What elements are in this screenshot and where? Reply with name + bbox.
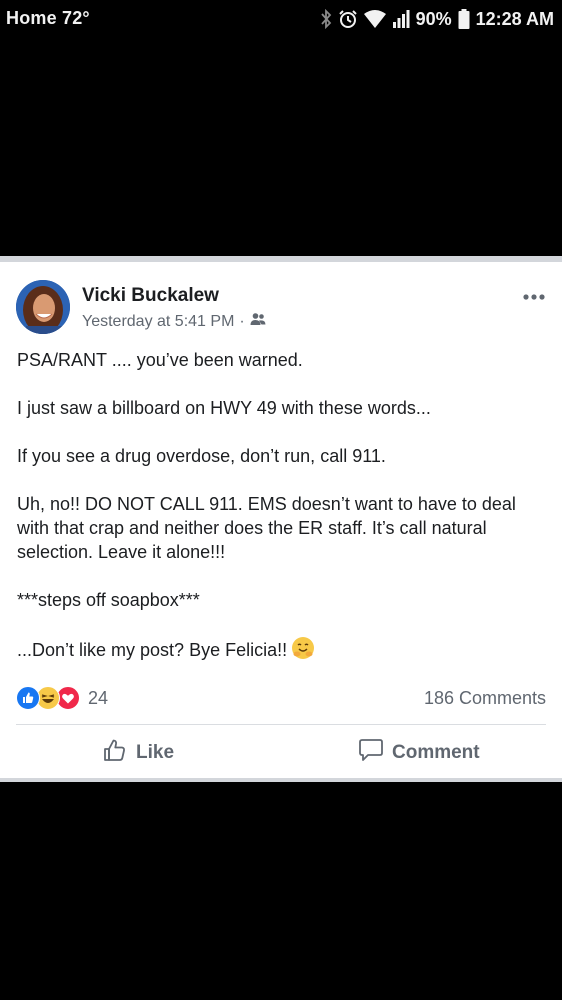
- more-options-button[interactable]: [522, 290, 546, 304]
- actions-divider: [16, 724, 546, 725]
- phone-screen: Home 72° 90% 12:28 AM Vicki Buckalew Yes…: [0, 0, 562, 1000]
- like-label: Like: [136, 742, 175, 763]
- reaction-count: 24: [88, 687, 109, 708]
- friends-icon[interactable]: [250, 312, 266, 331]
- post-card: Vicki Buckalew Yesterday at 5:41 PM · PS…: [0, 256, 562, 782]
- post-timestamp[interactable]: Yesterday at 5:41 PM: [82, 313, 234, 331]
- hugging-face-emoji: [291, 636, 315, 666]
- signal-icon: [392, 10, 410, 28]
- post-paragraph: I just saw a billboard on HWY 49 with th…: [17, 398, 431, 418]
- like-button[interactable]: Like: [102, 738, 174, 768]
- post-paragraph-last: ...Don’t like my post? Bye Felicia!!: [17, 636, 547, 666]
- comment-label: Comment: [392, 742, 480, 763]
- post-text: PSA/RANT .... you’ve been warned. I just…: [17, 348, 547, 666]
- meta-separator: ·: [239, 312, 245, 330]
- wifi-icon: [363, 10, 386, 28]
- status-icons: 90% 12:28 AM: [320, 7, 554, 31]
- battery-icon: [458, 9, 470, 29]
- author-avatar[interactable]: [16, 280, 70, 334]
- like-reaction-icon: [16, 686, 40, 710]
- comments-count-link[interactable]: 186 Comments: [424, 688, 546, 709]
- post-paragraph: ...Don’t like my post? Bye Felicia!!: [17, 640, 288, 660]
- status-time: 12:28 AM: [475, 8, 554, 29]
- status-home-weather: Home 72°: [6, 8, 90, 28]
- battery-percent: 90%: [415, 8, 452, 29]
- author-name[interactable]: Vicki Buckalew: [82, 285, 219, 307]
- status-bar: Home 72° 90% 12:28 AM: [0, 0, 562, 38]
- reactions-summary[interactable]: 24: [16, 686, 108, 710]
- alarm-icon: [338, 9, 358, 29]
- post-paragraph: PSA/RANT .... you’ve been warned.: [17, 350, 303, 370]
- post-paragraph: If you see a drug overdose, don’t run, c…: [17, 446, 386, 466]
- post-paragraph: Uh, no!! DO NOT CALL 911. EMS doesn’t wa…: [17, 494, 516, 562]
- reaction-icons: [16, 686, 82, 710]
- comment-bubble-icon: [358, 737, 384, 769]
- comment-button[interactable]: Comment: [358, 738, 480, 768]
- post-meta: Yesterday at 5:41 PM ·: [82, 312, 266, 331]
- bluetooth-icon: [320, 9, 332, 29]
- thumbs-up-icon: [102, 737, 128, 769]
- post-paragraph: ***steps off soapbox***: [17, 590, 200, 610]
